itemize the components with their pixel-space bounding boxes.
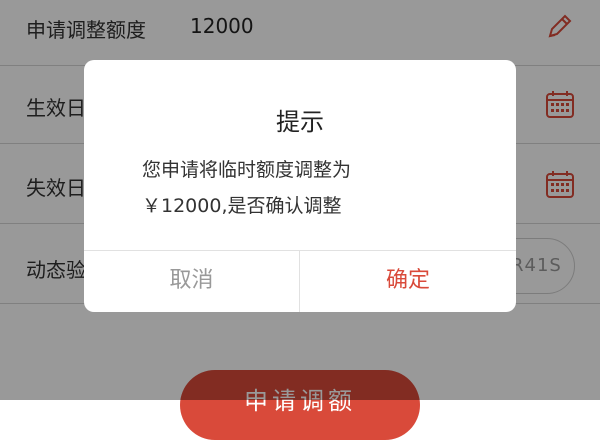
dialog-message-line-2: ￥12000,是否确认调整 (142, 195, 342, 217)
confirm-button[interactable]: 确定 (300, 251, 516, 312)
dialog-message-line-1: 您申请将临时额度调整为 (142, 159, 352, 181)
dialog-footer: 取消 确定 (84, 250, 516, 312)
cancel-button[interactable]: 取消 (84, 251, 300, 312)
dialog-message: 您申请将临时额度调整为 ￥12000,是否确认调整 (142, 152, 472, 224)
dialog-title: 提示 (276, 108, 324, 136)
confirm-dialog: 提示 您申请将临时额度调整为 ￥12000,是否确认调整 取消 确定 (84, 60, 516, 312)
